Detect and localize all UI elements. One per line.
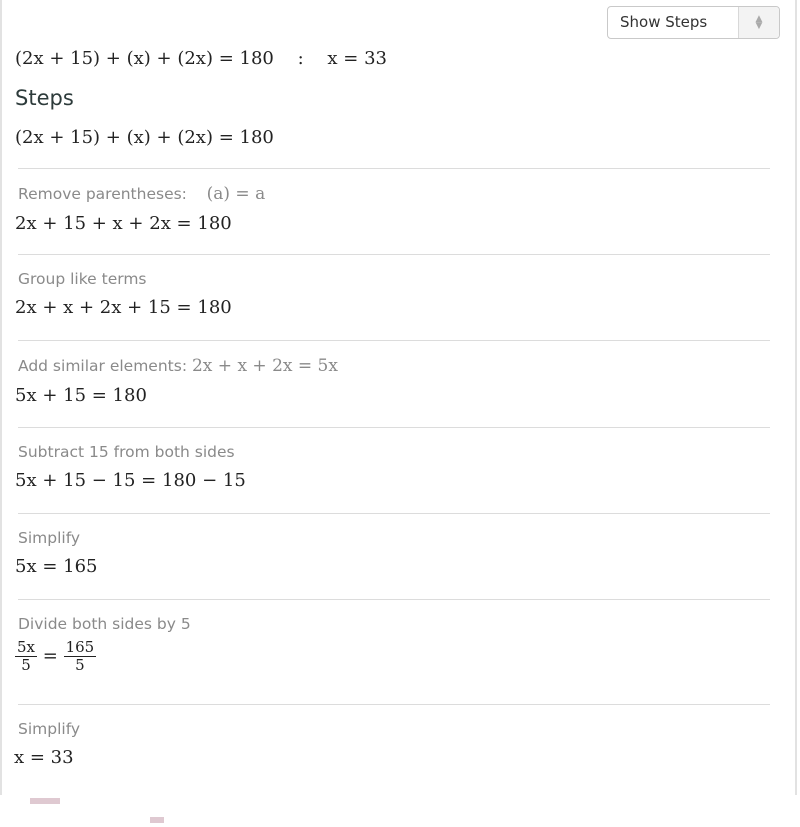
step-divider: [18, 704, 770, 705]
up-down-chevron-icon[interactable]: ▲ ▼: [738, 7, 779, 38]
step-description: Divide both sides by 5: [18, 615, 191, 633]
numerator: 165: [63, 638, 97, 657]
step-description: Simplify: [18, 720, 81, 738]
step-result: 2x + x + 2x + 15 = 180: [15, 297, 232, 318]
step-divider: [18, 513, 770, 514]
equals-sign: =: [42, 645, 58, 667]
step-result: 5x + 15 = 180: [15, 385, 147, 406]
step-result: 5x 5 = 165 5: [15, 639, 770, 674]
step-divider: [18, 340, 770, 341]
step-3: Add similar elements: 2x + x + 2x = 5x 5…: [15, 340, 770, 406]
show-steps-select-value: Show Steps: [620, 13, 708, 31]
step-result: 5x + 15 − 15 = 180 − 15: [15, 470, 246, 491]
step-description: Add similar elements:: [18, 357, 188, 375]
step-result: x = 33: [14, 747, 74, 768]
cut-off-content: [30, 789, 200, 823]
step-description: Simplify: [18, 529, 81, 547]
step-rule-formula: (a) = a: [206, 184, 266, 204]
steps-heading: Steps: [15, 86, 74, 110]
denominator: 5: [21, 656, 31, 674]
step-7: Simplify x = 33: [14, 704, 770, 768]
result-equation: (2x + 15) + (x) + (2x) = 180: [15, 48, 274, 69]
step-description: Group like terms: [18, 270, 147, 288]
show-steps-select[interactable]: Show Steps ▲ ▼: [607, 6, 780, 39]
result-solution: x = 33: [327, 48, 387, 69]
denominator: 5: [75, 656, 85, 674]
step-divider: [18, 599, 770, 600]
step-divider: [18, 168, 770, 169]
fraction-rhs: 165 5: [63, 638, 97, 674]
step-2: Group like terms 2x + x + 2x + 15 = 180: [15, 254, 770, 318]
step-description: Remove parentheses:: [18, 185, 187, 203]
step-result: 5x = 165: [15, 556, 98, 577]
initial-equation: (2x + 15) + (x) + (2x) = 180: [15, 127, 274, 148]
result-separator: :: [297, 48, 304, 69]
result-line: (2x + 15) + (x) + (2x) = 180 : x = 33: [15, 48, 387, 69]
step-6: Divide both sides by 5 5x 5 = 165 5: [15, 599, 770, 674]
step-description: Subtract 15 from both sides: [18, 443, 235, 461]
step-1: Remove parentheses: (a) = a 2x + 15 + x …: [15, 168, 770, 234]
step-result: 2x + 15 + x + 2x = 180: [15, 213, 232, 234]
step-5: Simplify 5x = 165: [15, 513, 770, 577]
fraction-lhs: 5x 5: [15, 638, 38, 674]
step-4: Subtract 15 from both sides 5x + 15 − 15…: [15, 427, 770, 491]
numerator: 5x: [15, 638, 38, 657]
step-rule-formula: 2x + x + 2x = 5x: [191, 356, 338, 376]
step-divider: [18, 254, 770, 255]
step-divider: [18, 427, 770, 428]
